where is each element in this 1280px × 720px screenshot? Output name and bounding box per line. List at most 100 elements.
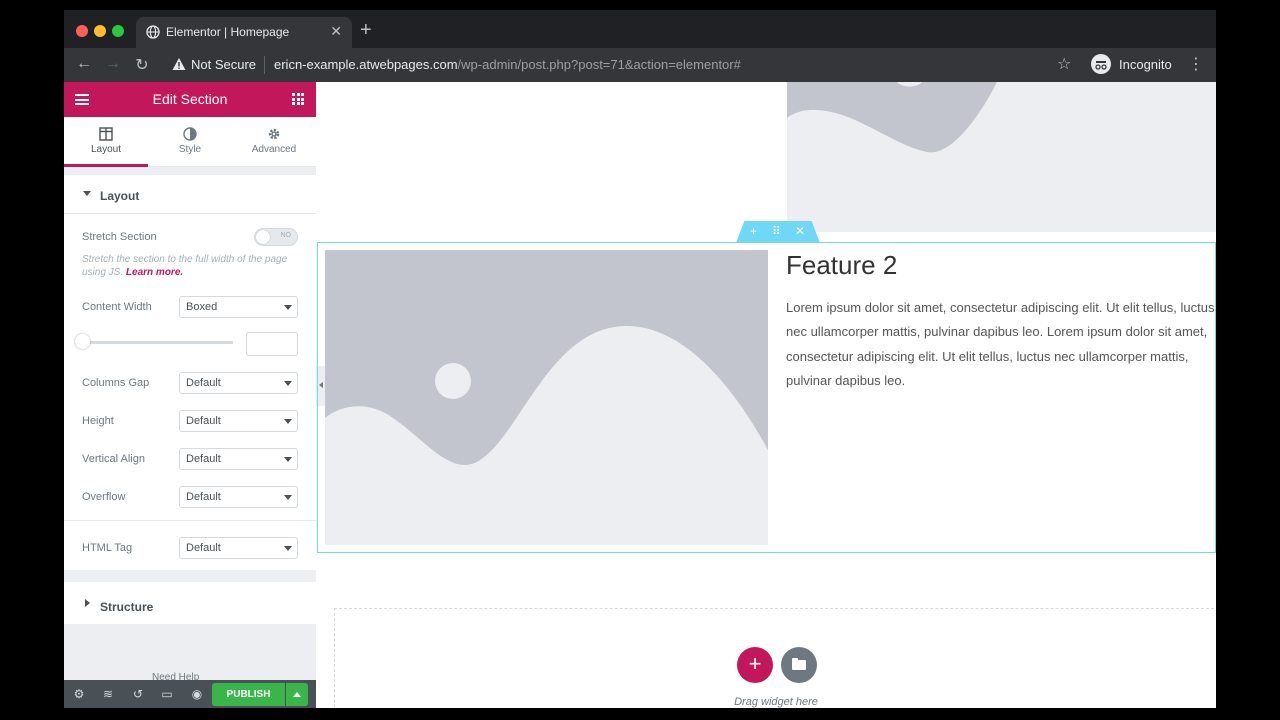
drag-widget-hint: Drag widget here [734,696,818,708]
caret-right-icon [85,599,90,607]
width-slider-track[interactable] [82,341,233,344]
html-tag-label: HTML Tag [82,542,133,554]
content-width-select[interactable]: Boxed [179,296,298,318]
layout-section-title[interactable]: Layout [100,189,139,203]
chevron-down-icon [284,381,292,386]
stretch-section-label: Stretch Section [82,231,157,243]
tab-style[interactable]: Style [148,117,232,167]
navigator-layers-icon[interactable]: ≋ [101,687,115,701]
height-select[interactable]: Default [179,410,298,432]
url-host: ericn-example.atwebpages.com [274,57,458,72]
folder-icon [792,658,806,670]
maximize-window-button[interactable] [112,25,124,37]
add-section-icon[interactable]: + [750,224,757,238]
select-value: Default [186,453,221,465]
tab-label: Layout [90,144,122,155]
learn-more-link[interactable]: Learn more. [126,267,183,278]
delete-section-icon[interactable]: ✕ [795,224,805,238]
tab-title: Elementor | Homepage [166,25,290,39]
structure-section-title: Structure [100,600,154,614]
caret-down-icon[interactable] [83,191,91,196]
select-value: Boxed [186,301,218,313]
bookmark-star-icon[interactable]: ☆ [1057,54,1071,74]
security-label[interactable]: Not Secure [191,57,256,72]
chevron-down-icon [284,305,292,310]
profile-label[interactable]: Incognito [1119,57,1172,72]
url-field[interactable]: ericn-example.atwebpages.com/wp-admin/po… [274,57,741,72]
close-window-button[interactable] [76,25,88,37]
empty-section-dropzone[interactable] [334,608,1216,708]
publish-options-button[interactable] [286,683,308,706]
history-icon[interactable]: ↺ [131,687,145,701]
content-width-label: Content Width [82,301,152,313]
preview-eye-icon[interactable]: ◉ [190,687,204,701]
panel-tabs: Layout Style Advanced [64,117,316,167]
feature-heading[interactable]: Feature 2 [786,250,897,281]
browser-tab[interactable]: Elementor | Homepage ✕ [136,17,352,48]
width-input[interactable] [246,332,298,356]
section-handle[interactable]: + ⠿ ✕ [736,221,820,243]
height-label: Height [82,415,114,427]
columns-gap-select[interactable]: Default [179,372,298,394]
tab-label: Style [178,144,202,155]
widgets-grid-icon[interactable] [292,93,304,105]
reload-icon[interactable]: ↻ [132,55,152,75]
stretch-description: Stretch the section to the full width of… [82,253,298,279]
overflow-label: Overflow [82,491,126,503]
chevron-down-icon [284,495,292,500]
chevron-down-icon [284,546,292,551]
add-template-button[interactable] [781,647,817,683]
panel-header: Edit Section [64,82,316,117]
select-value: Default [186,542,221,554]
overflow-select[interactable]: Default [179,486,298,508]
panel-title: Edit Section [152,91,228,107]
globe-icon [146,25,160,39]
close-tab-icon[interactable]: ✕ [330,23,342,40]
toggle-state: NO [280,232,292,239]
chevron-down-icon [284,419,292,424]
drag-section-icon[interactable]: ⠿ [772,224,781,238]
vertical-align-label: Vertical Align [82,453,145,465]
columns-gap-label: Columns Gap [82,377,150,389]
browser-window: Elementor | Homepage ✕ + ← → ↻ Not Secur… [64,10,1216,708]
half-circle-icon [183,127,197,141]
url-path: /wp-admin/post.php?post=71&action=elemen… [457,57,741,72]
elementor-panel: Edit Section Layout Style Advanced Layou… [64,82,316,708]
publish-button[interactable]: PUBLISH [212,683,285,706]
html-tag-select[interactable]: Default [179,537,298,559]
feature-text[interactable]: Lorem ipsum dolor sit amet, consectetur … [786,296,1216,393]
more-menu-icon[interactable]: ⋮ [1188,54,1204,74]
tab-bar: Elementor | Homepage ✕ + [64,10,1216,48]
caret-up-icon [293,692,301,697]
select-value: Default [186,377,221,389]
divider [64,520,316,521]
add-new-section-button[interactable]: + [737,647,773,683]
toolbar: ← → ↻ Not Secure ericn-example.atwebpage… [64,48,1216,82]
responsive-mode-icon[interactable]: ▭ [160,687,174,701]
gear-icon [268,128,280,140]
layout-section: Layout Stretch Section NO Stretch the se… [64,175,316,570]
width-slider-handle[interactable] [75,334,90,349]
url-divider [264,56,265,74]
forward-icon[interactable]: → [103,55,123,73]
vertical-align-select[interactable]: Default [179,448,298,470]
back-icon[interactable]: ← [74,55,94,73]
warning-icon[interactable] [172,57,186,71]
editor-canvas: + ⠿ ✕ Feature 2 Lorem ipsum dolor sit am… [316,82,1216,708]
minimize-window-button[interactable] [94,25,106,37]
select-value: Default [186,491,221,503]
panel-footer: ⚙ ≋ ↺ ▭ ◉ PUBLISH [64,680,316,708]
new-tab-button[interactable]: + [360,20,372,40]
tab-layout[interactable]: Layout [64,117,148,167]
tab-label: Advanced [251,144,297,155]
tab-advanced[interactable]: Advanced [232,117,316,167]
chevron-down-icon [284,457,292,462]
image-placeholder[interactable] [325,250,768,545]
incognito-icon[interactable] [1091,54,1111,74]
columns-icon [99,127,113,141]
structure-section[interactable]: Structure [64,582,316,624]
settings-icon[interactable]: ⚙ [72,687,86,701]
select-value: Default [186,415,221,427]
stretch-section-toggle[interactable]: NO [254,228,298,246]
image-placeholder-top[interactable] [787,82,1216,232]
